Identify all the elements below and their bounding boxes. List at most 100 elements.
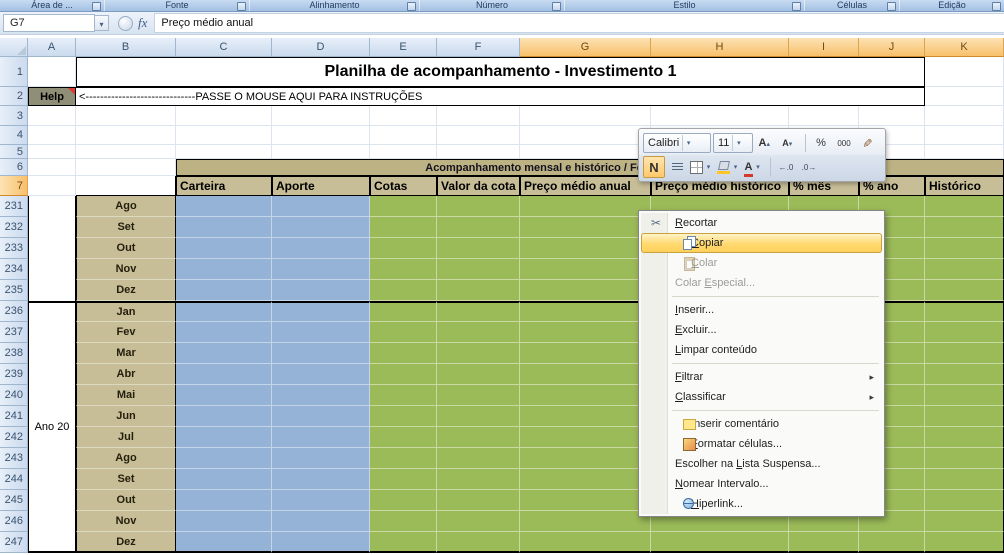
cell-A1[interactable] [28,57,76,87]
cell-D232[interactable] [272,217,370,238]
cell-A6[interactable] [28,159,76,176]
cell-B7[interactable] [76,176,176,196]
comma-style-button[interactable]: 000 [833,132,855,154]
cell-B5[interactable] [76,145,176,159]
cell-K242[interactable] [925,427,1004,448]
ribbon-group-numero[interactable]: Número [420,0,565,11]
cell-I247[interactable] [789,532,859,553]
row-header-241[interactable]: 241 [0,406,28,427]
select-all-corner[interactable] [0,38,28,57]
table-header-carteira[interactable]: Carteira [176,176,272,196]
cell-E239[interactable] [370,364,437,385]
column-header-G[interactable]: G [520,38,651,57]
fx-button[interactable]: fx [138,15,147,31]
cell-G241[interactable] [520,406,651,427]
ribbon-group-edicao[interactable]: Edição [900,0,1004,11]
cell-C241[interactable] [176,406,272,427]
cell-F236[interactable] [437,301,520,322]
cell-A4[interactable] [28,126,76,145]
insert-function-icon[interactable] [118,15,133,31]
row-header-247[interactable]: 247 [0,532,28,553]
cell-G237[interactable] [520,322,651,343]
row-header-2[interactable]: 2 [0,87,28,106]
cell-K232[interactable] [925,217,1004,238]
align-center-button[interactable] [666,156,688,178]
ribbon-group-fonte[interactable]: Fonte [105,0,250,11]
cell-E242[interactable] [370,427,437,448]
font-color-button[interactable]: A [743,156,765,178]
cell-D233[interactable] [272,238,370,259]
cell-C3[interactable] [176,106,272,126]
row-header-4[interactable]: 4 [0,126,28,145]
cell-G239[interactable] [520,364,651,385]
cell-K239[interactable] [925,364,1004,385]
cell-D235[interactable] [272,280,370,301]
cell-K233[interactable] [925,238,1004,259]
cell-B4[interactable] [76,126,176,145]
cell-B231[interactable]: Ago [76,196,176,217]
row-header-233[interactable]: 233 [0,238,28,259]
dialog-launcher-icon[interactable] [992,2,1001,11]
cell-C4[interactable] [176,126,272,145]
cell-B238[interactable]: Mar [76,343,176,364]
row-header-232[interactable]: 232 [0,217,28,238]
cell-E245[interactable] [370,490,437,511]
row-header-246[interactable]: 246 [0,511,28,532]
cell-C246[interactable] [176,511,272,532]
row-header-245[interactable]: 245 [0,490,28,511]
row-header-236[interactable]: 236 [0,301,28,322]
cell-E4[interactable] [370,126,437,145]
cell-G244[interactable] [520,469,651,490]
dialog-launcher-icon[interactable] [237,2,246,11]
cell-F237[interactable] [437,322,520,343]
row-header-7[interactable]: 7 [0,176,28,196]
cell-C232[interactable] [176,217,272,238]
cell-G3[interactable] [520,106,651,126]
font-name-select[interactable]: Calibri [643,133,711,153]
row-header-231[interactable]: 231 [0,196,28,217]
cell-I3[interactable] [789,106,859,126]
cell-F232[interactable] [437,217,520,238]
dialog-launcher-icon[interactable] [552,2,561,11]
cell-F239[interactable] [437,364,520,385]
table-header-valor-da-cota[interactable]: Valor da cota [437,176,520,196]
column-header-F[interactable]: F [437,38,520,57]
menu-item-inserir-comentario[interactable]: Inserir comentário [641,414,882,434]
cell-F235[interactable] [437,280,520,301]
column-header-I[interactable]: I [789,38,859,57]
format-painter-button[interactable] [856,132,878,154]
cell-K241[interactable] [925,406,1004,427]
cell-J3[interactable] [859,106,925,126]
cell-A7[interactable] [28,176,76,196]
cell-K231[interactable] [925,196,1004,217]
cell-G5[interactable] [520,145,651,159]
cell-K240[interactable] [925,385,1004,406]
row-header-239[interactable]: 239 [0,364,28,385]
cell-B233[interactable]: Out [76,238,176,259]
cell-K246[interactable] [925,511,1004,532]
cell-C238[interactable] [176,343,272,364]
cell-E232[interactable] [370,217,437,238]
dialog-launcher-icon[interactable] [887,2,896,11]
cell-K235[interactable] [925,280,1004,301]
cell-D3[interactable] [272,106,370,126]
menu-item-nomear-intervalo[interactable]: Nomear Intervalo... [641,474,882,494]
cell-E240[interactable] [370,385,437,406]
cell-K3[interactable] [925,106,1004,126]
menu-item-recortar[interactable]: Recortar [641,213,882,233]
cell-B246[interactable]: Nov [76,511,176,532]
cell-K5[interactable] [925,145,1004,159]
increase-decimal-button[interactable]: ←.0 [775,156,797,178]
cell-E236[interactable] [370,301,437,322]
ribbon-group-alinhamento[interactable]: Alinhamento [250,0,420,11]
cell-F233[interactable] [437,238,520,259]
cell-G247[interactable] [520,532,651,553]
cell-K245[interactable] [925,490,1004,511]
cell-B244[interactable]: Set [76,469,176,490]
cell-E5[interactable] [370,145,437,159]
help-cell[interactable]: Help [28,87,76,106]
row-header-1[interactable]: 1 [0,57,28,87]
cell-K238[interactable] [925,343,1004,364]
menu-item-copiar[interactable]: Copiar [641,233,882,253]
cell-C231[interactable] [176,196,272,217]
